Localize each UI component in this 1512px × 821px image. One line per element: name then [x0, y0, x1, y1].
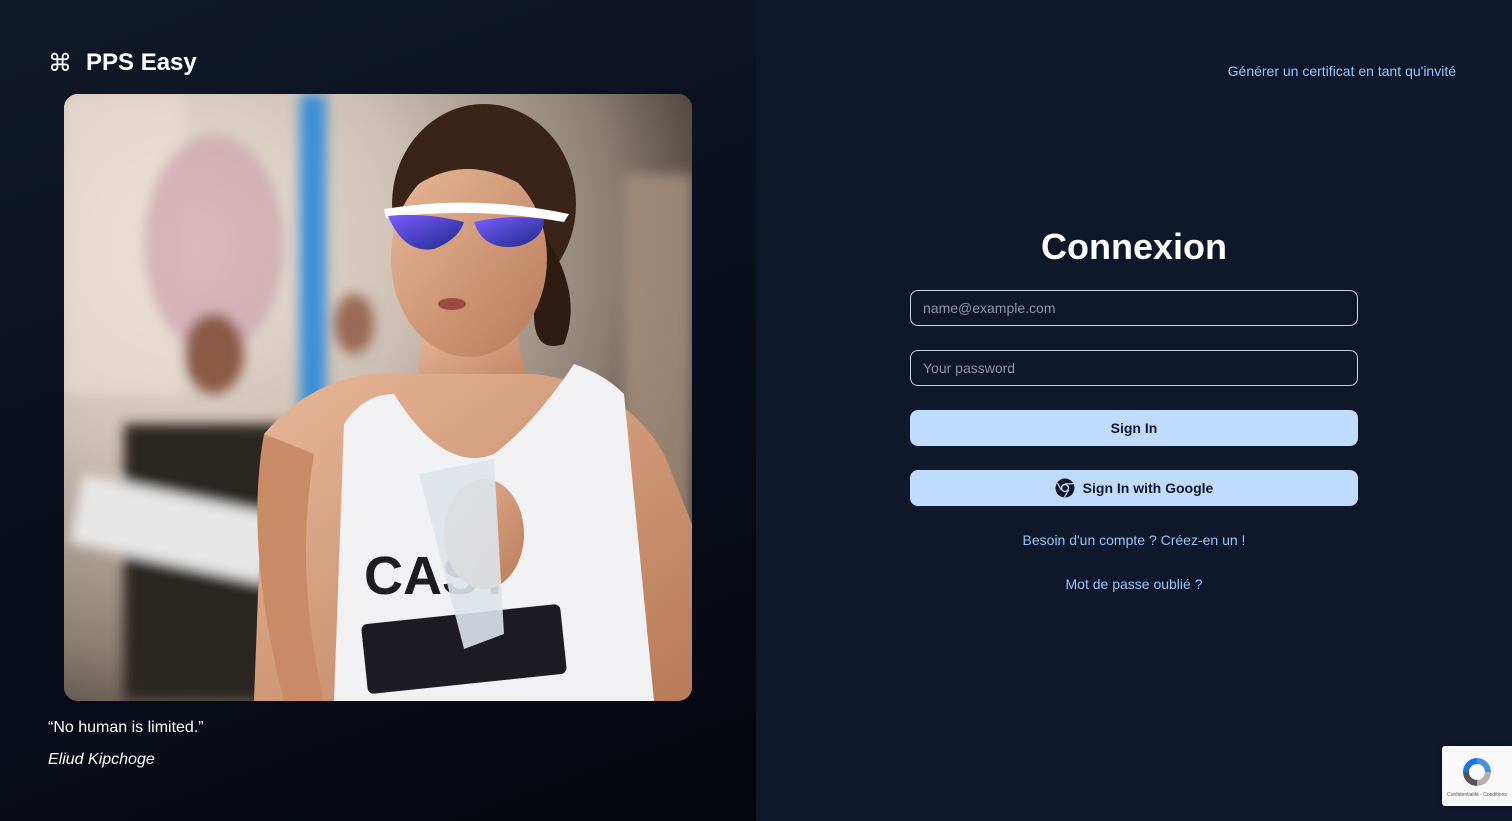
signup-link[interactable]: Besoin d'un compte ? Créez-en un ! [910, 532, 1358, 548]
hero-panel: ⌘ PPS Easy CAST “No human is limited.” E… [0, 0, 756, 821]
recaptcha-text[interactable]: Confidentialité - Conditions [1447, 792, 1507, 798]
guest-certificate-link[interactable]: Générer un certificat en tant qu'invité [1228, 63, 1456, 79]
google-sign-in-label: Sign In with Google [1082, 480, 1214, 496]
brand-name: PPS Easy [86, 49, 197, 76]
runner-photo-illustration: CAST [64, 94, 692, 701]
hero-quote-author: Eliud Kipchoge [48, 751, 155, 768]
chrome-icon [1055, 478, 1075, 498]
recaptcha-badge[interactable]: Confidentialité - Conditions [1442, 746, 1512, 806]
login-form: Connexion Sign In Sign In with Google Be… [910, 226, 1358, 592]
brand: ⌘ PPS Easy [48, 48, 197, 78]
recaptcha-icon [1463, 758, 1491, 786]
google-sign-in-button[interactable]: Sign In with Google [910, 470, 1358, 506]
sign-in-button[interactable]: Sign In [910, 410, 1358, 446]
sign-in-label: Sign In [1110, 420, 1158, 436]
hero-quote: “No human is limited.” [48, 719, 204, 736]
login-title: Connexion [1041, 226, 1227, 267]
email-field[interactable] [910, 290, 1358, 326]
forgot-password-link[interactable]: Mot de passe oublié ? [910, 576, 1358, 592]
command-icon: ⌘ [48, 49, 72, 77]
runner-photo: CAST [64, 94, 692, 701]
password-field[interactable] [910, 350, 1358, 386]
